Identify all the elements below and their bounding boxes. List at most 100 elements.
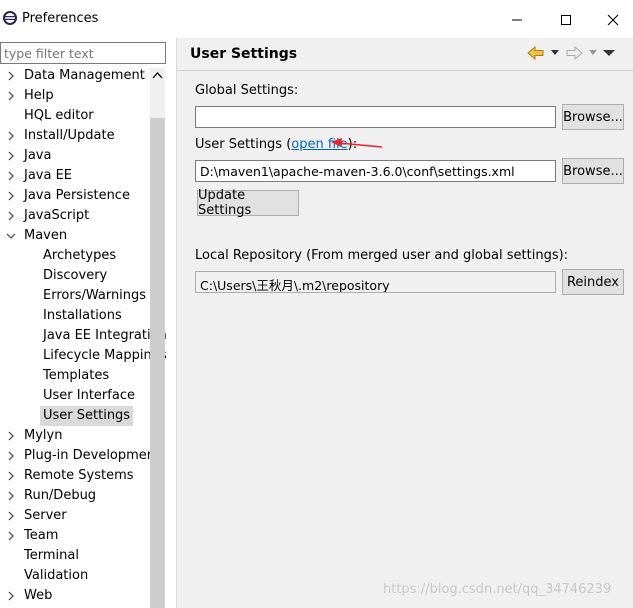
maximize-button[interactable] (543, 5, 589, 35)
minimize-button[interactable] (494, 5, 540, 35)
tree-item[interactable]: Remote Systems (0, 466, 150, 486)
tree-item[interactable]: Maven (0, 226, 150, 246)
scroll-up-arrow-icon[interactable] (152, 71, 163, 79)
chevron-right-icon[interactable] (6, 531, 16, 541)
tree-item-label: User Interface (43, 388, 135, 403)
tree-item-label: User Settings (40, 406, 134, 426)
tree-item[interactable]: Java EE (0, 166, 150, 186)
tree-item-label: Lifecycle Mappings (43, 348, 167, 363)
close-icon (607, 14, 619, 26)
chevron-right-icon[interactable] (6, 471, 16, 481)
tree-item[interactable]: Java (0, 146, 150, 166)
tree-item-label: Templates (43, 368, 110, 383)
chevron-right-icon[interactable] (6, 451, 16, 461)
tree-item[interactable]: Web (0, 586, 150, 606)
tree-item-label: Help (24, 88, 54, 103)
chevron-right-icon[interactable] (6, 211, 16, 221)
chevron-right-icon[interactable] (6, 131, 16, 141)
tree-item-label: Java EE Integration (43, 328, 167, 343)
tree-item[interactable]: Plug-in Development (0, 446, 160, 466)
tree-item[interactable]: Templates (0, 366, 150, 386)
tree-item[interactable]: Mylyn (0, 426, 150, 446)
tree-item-label: JavaScript (24, 208, 90, 223)
forward-menu-chevron-down-icon[interactable] (589, 50, 597, 56)
tree-item-label: Mylyn (24, 428, 63, 443)
back-arrow-icon[interactable] (527, 46, 545, 60)
filter-input[interactable] (0, 42, 166, 64)
annotation-arrow-icon (331, 138, 383, 148)
chevron-right-icon[interactable] (6, 91, 16, 101)
user-settings-browse-button[interactable]: Browse... (562, 158, 624, 184)
reindex-button[interactable]: Reindex (562, 269, 624, 295)
chevron-down-icon[interactable] (6, 231, 16, 241)
tree-item[interactable]: Server (0, 506, 150, 526)
tree-item-label: Errors/Warnings (43, 288, 147, 303)
preferences-window: Preferences Data Management Help HQL edito… (0, 0, 633, 608)
tree-item[interactable]: User Interface (0, 386, 150, 406)
tree-item-label: Discovery (43, 268, 108, 283)
close-button[interactable] (590, 5, 633, 35)
tree-item-label: Java EE (24, 168, 73, 183)
tree-item[interactable]: Data Management (0, 66, 150, 86)
tree-item-label: HQL editor (24, 108, 94, 123)
tree-item[interactable]: Run/Debug (0, 486, 150, 506)
tree-item[interactable]: Errors/Warnings (0, 286, 150, 306)
chevron-right-icon[interactable] (6, 431, 16, 441)
tree-item[interactable]: Java EE Integration (0, 326, 167, 346)
tree-item-label: Terminal (24, 548, 79, 563)
eclipse-app-icon (3, 11, 17, 25)
chevron-right-icon[interactable] (6, 591, 16, 601)
global-settings-browse-button[interactable]: Browse... (562, 104, 624, 130)
chevron-right-icon[interactable] (6, 71, 16, 81)
tree-item-label: Server (24, 508, 67, 523)
user-settings-label-text: User Settings ( (195, 137, 292, 152)
tree-item-label: Maven (24, 228, 68, 243)
page-title: User Settings (190, 46, 298, 62)
local-repository-field: C:\Users\王秋月\.m2\repository (195, 271, 556, 293)
page-nav-toolbar (527, 44, 615, 62)
tree-item[interactable]: Help (0, 86, 150, 106)
view-menu-icon[interactable] (603, 49, 615, 57)
tree-item[interactable]: HQL editor (0, 106, 150, 126)
tree-item-label: Install/Update (24, 128, 115, 143)
forward-arrow-icon[interactable] (565, 46, 583, 60)
global-settings-label: Global Settings: (195, 83, 299, 98)
minimize-icon (512, 19, 522, 21)
tree-item-label: Archetypes (43, 248, 117, 263)
preferences-tree-panel: Data Management Help HQL editor Install/Upd… (0, 38, 177, 608)
maximize-icon (561, 15, 571, 25)
tree-item[interactable]: Lifecycle Mappings (0, 346, 167, 366)
tree-item-label: Web (24, 588, 53, 603)
title-bar: Preferences (0, 0, 633, 38)
chevron-right-icon[interactable] (6, 191, 16, 201)
tree-item-label: Plug-in Development (24, 448, 161, 463)
chevron-right-icon[interactable] (6, 491, 16, 501)
tree-item[interactable]: Team (0, 526, 150, 546)
tree-item-label: Remote Systems (24, 468, 134, 483)
settings-panel: User Settings Global Settings: Browse...… (177, 38, 633, 608)
tree-item[interactable]: Install/Update (0, 126, 150, 146)
tree-item-label: Java (24, 148, 52, 163)
tree-item[interactable]: Archetypes (0, 246, 150, 266)
tree-item-label: Team (24, 528, 59, 543)
tree-item[interactable]: Discovery (0, 266, 150, 286)
tree-scrollbar[interactable] (150, 68, 165, 608)
chevron-right-icon[interactable] (6, 511, 16, 521)
tree-item-label: Installations (43, 308, 122, 323)
tree-item[interactable]: Installations (0, 306, 150, 326)
header-divider (177, 70, 633, 71)
tree-item[interactable]: Terminal (0, 546, 150, 566)
tree-item-label: Validation (24, 568, 89, 583)
tree-item[interactable]: JavaScript (0, 206, 150, 226)
tree-item[interactable]: User Settings (0, 406, 150, 426)
global-settings-field[interactable] (195, 106, 556, 128)
chevron-right-icon[interactable] (6, 151, 16, 161)
scrollbar-thumb[interactable] (150, 118, 165, 608)
chevron-right-icon[interactable] (6, 171, 16, 181)
tree-item-label: Data Management (24, 68, 145, 83)
update-settings-button[interactable]: Update Settings (197, 188, 299, 218)
tree-item[interactable]: Java Persistence (0, 186, 150, 206)
user-settings-field[interactable]: D:\maven1\apache-maven-3.6.0\conf\settin… (195, 160, 556, 182)
tree-item[interactable]: Validation (0, 566, 150, 586)
back-menu-chevron-down-icon[interactable] (551, 50, 559, 56)
